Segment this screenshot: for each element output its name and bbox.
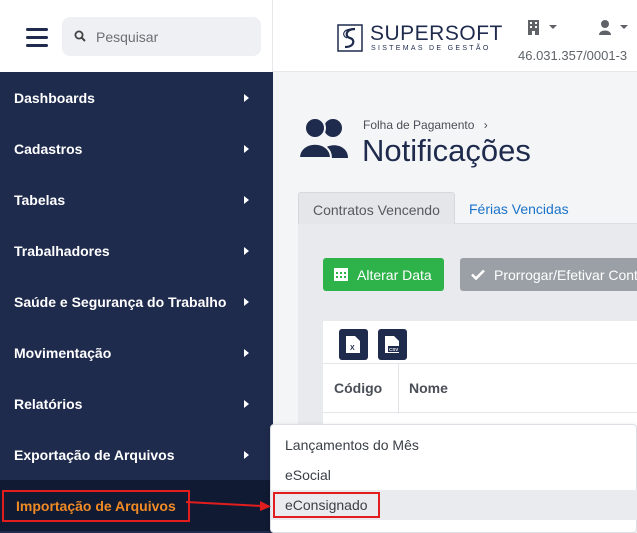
column-divider bbox=[398, 364, 399, 414]
sidebar-item-label: Importação de Arquivos bbox=[2, 489, 190, 522]
search-box[interactable] bbox=[62, 17, 261, 56]
sidebar-item-dashboards[interactable]: Dashboards bbox=[0, 72, 273, 123]
sidebar-item-label: Tabelas bbox=[14, 191, 66, 208]
sidebar-item-relatorios[interactable]: Relatórios bbox=[0, 378, 273, 429]
column-header-codigo[interactable]: Código bbox=[334, 380, 382, 396]
submenu-item-label: eConsignado bbox=[273, 492, 380, 518]
alter-date-label: Alterar Data bbox=[357, 266, 432, 283]
chevron-right-icon bbox=[244, 400, 249, 408]
submenu-item-lancamentos[interactable]: Lançamentos do Mês bbox=[271, 430, 637, 460]
supersoft-logo: SUPERSOFT SISTEMAS DE GESTÃO bbox=[337, 22, 502, 56]
chevron-right-icon bbox=[244, 145, 249, 153]
sidebar-item-label: Movimentação bbox=[14, 344, 112, 361]
svg-text:X: X bbox=[350, 345, 355, 352]
sidebar-top bbox=[0, 0, 273, 72]
breadcrumb: Folha de Pagamento › bbox=[363, 118, 488, 132]
submenu-item-label: Lançamentos do Mês bbox=[285, 437, 419, 453]
csv-icon: CSV bbox=[385, 336, 399, 353]
menu-icon[interactable] bbox=[26, 28, 48, 47]
sidebar-item-label: Cadastros bbox=[14, 140, 83, 157]
chevron-right-icon bbox=[244, 247, 249, 255]
chevron-right-icon bbox=[244, 196, 249, 204]
search-icon bbox=[74, 30, 86, 42]
top-header: SUPERSOFT SISTEMAS DE GESTÃO 46.031.357/… bbox=[273, 0, 637, 72]
sidebar-item-label: Saúde e Segurança do Trabalho bbox=[14, 293, 227, 310]
sidebar-item-label: Exportação de Arquivos bbox=[14, 446, 175, 463]
chevron-right-icon bbox=[244, 298, 249, 306]
sidebar-item-label: Dashboards bbox=[14, 89, 95, 106]
page-title: Notificações bbox=[362, 133, 531, 168]
export-excel-button[interactable]: X bbox=[339, 329, 368, 360]
logo-mark-icon bbox=[337, 24, 363, 52]
chevron-right-icon bbox=[244, 451, 249, 459]
alter-date-button[interactable]: Alterar Data bbox=[323, 258, 444, 291]
chevron-right-icon bbox=[244, 94, 249, 102]
excel-icon: X bbox=[346, 336, 360, 353]
tab-contratos-vencendo[interactable]: Contratos Vencendo bbox=[298, 192, 455, 224]
extend-contract-label: Prorrogar/Efetivar Cont bbox=[494, 266, 637, 283]
table-header: Código Nome bbox=[323, 363, 637, 414]
user-icon[interactable] bbox=[599, 20, 629, 36]
sidebar-item-movimentacao[interactable]: Movimentação bbox=[0, 327, 273, 378]
column-header-nome[interactable]: Nome bbox=[409, 380, 448, 396]
svg-text:CSV: CSV bbox=[389, 347, 398, 352]
submenu-item-econsignado[interactable]: eConsignado bbox=[271, 490, 637, 520]
extend-contract-button[interactable]: Prorrogar/Efetivar Cont bbox=[460, 258, 637, 291]
annotation-arrow bbox=[186, 501, 271, 511]
chevron-right-icon bbox=[244, 349, 249, 357]
brand-name: SUPERSOFT bbox=[370, 22, 503, 45]
search-input[interactable] bbox=[96, 26, 251, 47]
sidebar-item-saude-seguranca[interactable]: Saúde e Segurança do Trabalho bbox=[0, 276, 273, 327]
users-icon bbox=[298, 117, 348, 159]
submenu-item-esocial[interactable]: eSocial bbox=[271, 460, 637, 490]
company-cnpj: 46.031.357/0001-3 bbox=[518, 48, 628, 63]
breadcrumb-parent[interactable]: Folha de Pagamento bbox=[363, 118, 474, 132]
sidebar-item-tabelas[interactable]: Tabelas bbox=[0, 174, 273, 225]
importacao-submenu: Lançamentos do Mês eSocial eConsignado bbox=[270, 424, 637, 533]
company-icon[interactable] bbox=[528, 20, 558, 36]
tab-ferias-vencidas[interactable]: Férias Vencidas bbox=[455, 192, 583, 224]
sidebar-item-cadastros[interactable]: Cadastros bbox=[0, 123, 273, 174]
sidebar: Dashboards Cadastros Tabelas Trabalhador… bbox=[0, 0, 273, 533]
sidebar-item-label: Relatórios bbox=[14, 395, 83, 412]
submenu-item-label: eSocial bbox=[285, 467, 331, 483]
check-icon bbox=[471, 269, 485, 280]
export-csv-button[interactable]: CSV bbox=[378, 329, 407, 360]
sidebar-item-label: Trabalhadores bbox=[14, 242, 110, 259]
breadcrumb-separator: › bbox=[483, 118, 488, 132]
brand-tagline: SISTEMAS DE GESTÃO bbox=[371, 45, 491, 52]
sidebar-item-exportacao[interactable]: Exportação de Arquivos bbox=[0, 429, 273, 480]
sidebar-menu: Dashboards Cadastros Tabelas Trabalhador… bbox=[0, 72, 273, 531]
calendar-icon bbox=[334, 268, 348, 281]
sidebar-item-trabalhadores[interactable]: Trabalhadores bbox=[0, 225, 273, 276]
tab-bar: Contratos Vencendo Férias Vencidas bbox=[298, 192, 637, 224]
